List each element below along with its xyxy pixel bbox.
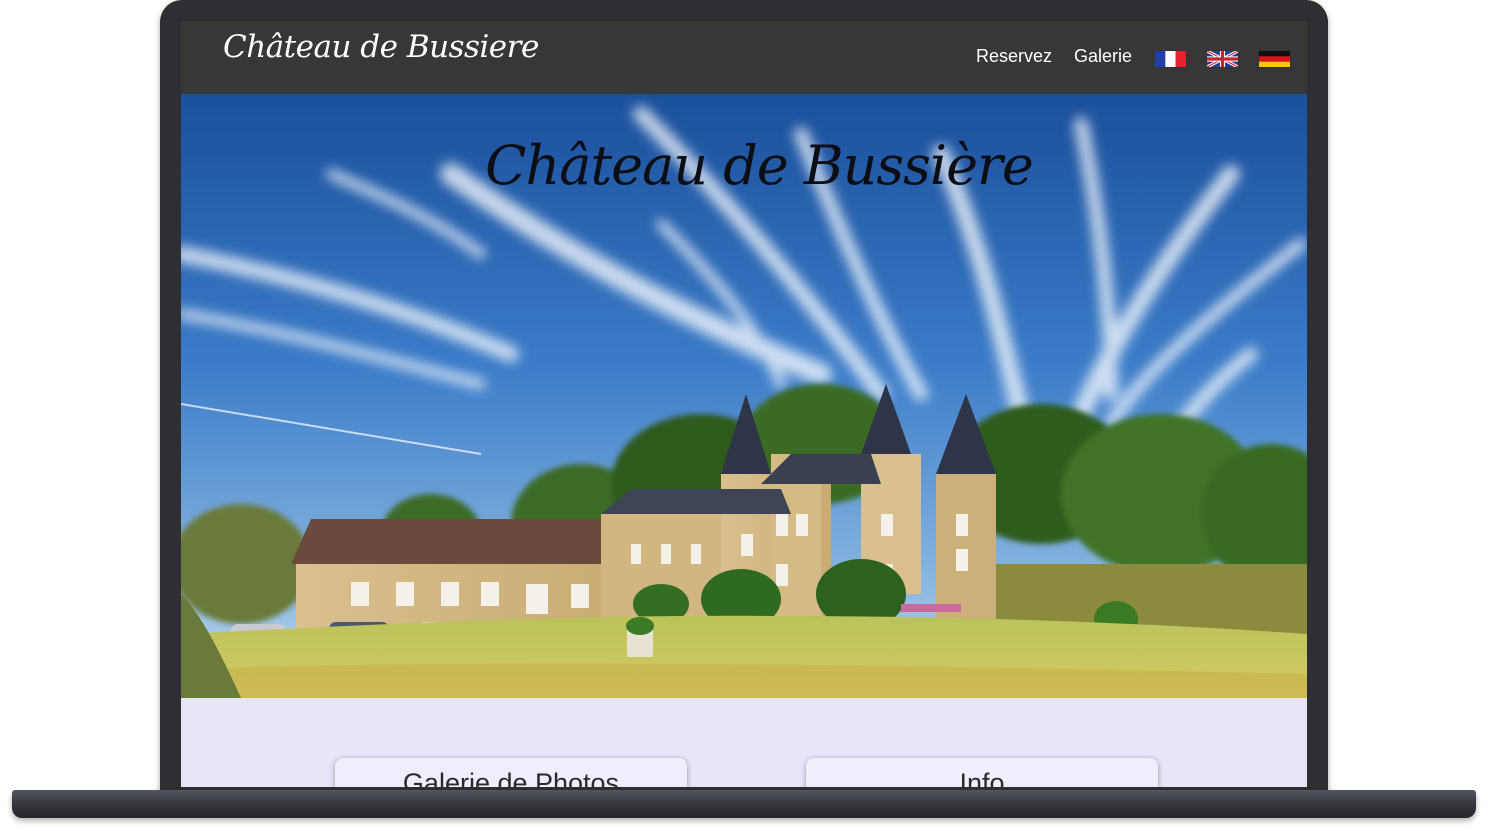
flag-france-icon[interactable] xyxy=(1155,51,1186,67)
nav-link-galerie[interactable]: Galerie xyxy=(1074,46,1132,67)
navbar: Château de Bussiere Reservez Galerie xyxy=(181,21,1307,94)
flag-germany-icon[interactable] xyxy=(1259,51,1290,67)
brand-logo[interactable]: Château de Bussiere xyxy=(223,29,539,65)
card-galerie-photos[interactable]: Galerie de Photos xyxy=(335,758,687,787)
card-galerie-photos-label: Galerie de Photos xyxy=(402,768,620,787)
laptop-base xyxy=(12,790,1476,818)
nav-link-reservez[interactable]: Reservez xyxy=(976,46,1052,67)
card-info-label: Info xyxy=(959,768,1005,787)
hero-title: Château de Bussière xyxy=(485,134,1034,197)
content-area: Galerie de Photos Info xyxy=(181,698,1307,787)
card-info[interactable]: Info xyxy=(806,758,1158,787)
flag-uk-icon[interactable] xyxy=(1207,51,1238,67)
screen: Château de Bussiere Reservez Galerie Châ… xyxy=(181,21,1307,787)
hero-banner: Château de Bussière xyxy=(181,94,1307,698)
